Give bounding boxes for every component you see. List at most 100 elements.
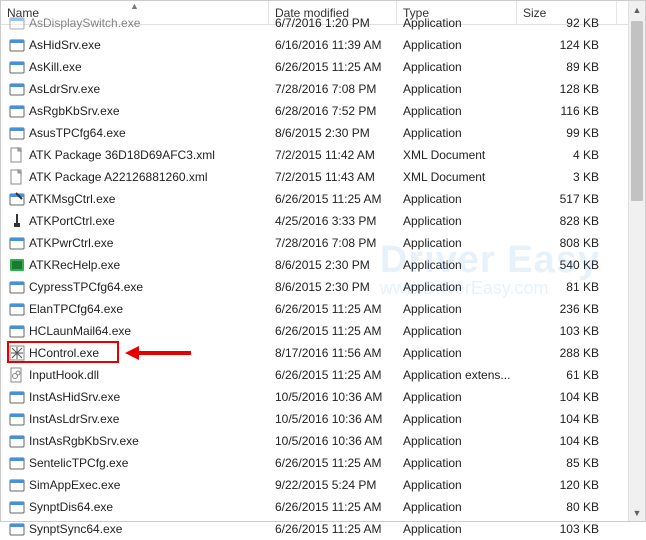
file-size-cell: 120 KB xyxy=(517,478,617,492)
file-size-cell: 103 KB xyxy=(517,324,617,338)
file-type-cell: Application xyxy=(397,82,517,96)
table-row[interactable]: CypressTPCfg64.exe8/6/2015 2:30 PMApplic… xyxy=(1,276,645,298)
table-row[interactable]: ATK Package 36D18D69AFC3.xml7/2/2015 11:… xyxy=(1,144,645,166)
table-row[interactable]: ElanTPCfg64.exe6/26/2015 11:25 AMApplica… xyxy=(1,298,645,320)
file-date-cell: 6/26/2015 11:25 AM xyxy=(269,368,397,382)
table-row[interactable]: ATKPortCtrl.exe4/25/2016 3:33 PMApplicat… xyxy=(1,210,645,232)
file-date-cell: 6/26/2015 11:25 AM xyxy=(269,500,397,514)
file-date-cell: 7/2/2015 11:43 AM xyxy=(269,170,397,184)
app-icon xyxy=(9,477,25,493)
file-size-cell: 99 KB xyxy=(517,126,617,140)
file-type-cell: Application xyxy=(397,478,517,492)
file-type-cell: Application extens... xyxy=(397,368,517,382)
file-type-cell: Application xyxy=(397,346,517,360)
file-type-cell: XML Document xyxy=(397,170,517,184)
file-name-label: ATKPwrCtrl.exe xyxy=(29,236,113,250)
table-row[interactable]: ATKMsgCtrl.exe6/26/2015 11:25 AMApplicat… xyxy=(1,188,645,210)
file-name-label: AsDisplaySwitch.exe xyxy=(29,16,140,30)
hc-icon xyxy=(9,345,25,361)
file-name-label: HCLaunMail64.exe xyxy=(29,324,131,338)
app-icon xyxy=(9,301,25,317)
file-size-cell: 540 KB xyxy=(517,258,617,272)
scroll-up-icon[interactable]: ▲ xyxy=(629,1,645,18)
file-date-cell: 10/5/2016 10:36 AM xyxy=(269,390,397,404)
file-size-cell: 61 KB xyxy=(517,368,617,382)
file-name-label: CypressTPCfg64.exe xyxy=(29,280,143,294)
file-name-label: InstAsLdrSrv.exe xyxy=(29,412,119,426)
file-name-cell: InstAsHidSrv.exe xyxy=(1,389,269,405)
file-date-cell: 6/16/2016 11:39 AM xyxy=(269,38,397,52)
file-date-cell: 7/28/2016 7:08 PM xyxy=(269,82,397,96)
file-name-cell: AsKill.exe xyxy=(1,59,269,75)
file-name-cell: SentelicTPCfg.exe xyxy=(1,455,269,471)
file-date-cell: 8/6/2015 2:30 PM xyxy=(269,258,397,272)
file-type-cell: Application xyxy=(397,412,517,426)
file-name-cell: ATK Package 36D18D69AFC3.xml xyxy=(1,147,269,163)
file-type-cell: Application xyxy=(397,324,517,338)
file-name-label: ElanTPCfg64.exe xyxy=(29,302,123,316)
file-date-cell: 6/26/2015 11:25 AM xyxy=(269,522,397,536)
file-name-cell: SimAppExec.exe xyxy=(1,477,269,493)
table-row[interactable]: AsKill.exe6/26/2015 11:25 AMApplication8… xyxy=(1,56,645,78)
table-row[interactable]: InputHook.dll6/26/2015 11:25 AMApplicati… xyxy=(1,364,645,386)
app-icon xyxy=(9,411,25,427)
file-name-cell: ATKMsgCtrl.exe xyxy=(1,191,269,207)
file-date-cell: 9/22/2015 5:24 PM xyxy=(269,478,397,492)
file-name-label: SynptSync64.exe xyxy=(29,522,122,536)
app-icon xyxy=(9,103,25,119)
file-type-cell: Application xyxy=(397,434,517,448)
file-type-cell: Application xyxy=(397,280,517,294)
file-type-cell: XML Document xyxy=(397,148,517,162)
table-row[interactable]: AsRgbKbSrv.exe6/28/2016 7:52 PMApplicati… xyxy=(1,100,645,122)
table-row[interactable]: HCLaunMail64.exe6/26/2015 11:25 AMApplic… xyxy=(1,320,645,342)
file-size-cell: 4 KB xyxy=(517,148,617,162)
file-type-cell: Application xyxy=(397,60,517,74)
table-row[interactable]: SimAppExec.exe9/22/2015 5:24 PMApplicati… xyxy=(1,474,645,496)
file-size-cell: 236 KB xyxy=(517,302,617,316)
app-icon xyxy=(9,455,25,471)
table-row[interactable]: HControl.exe8/17/2016 11:56 AMApplicatio… xyxy=(1,342,645,364)
file-name-label: ATKRecHelp.exe xyxy=(29,258,120,272)
table-row[interactable]: ATKPwrCtrl.exe7/28/2016 7:08 PMApplicati… xyxy=(1,232,645,254)
table-row[interactable]: SynptDis64.exe6/26/2015 11:25 AMApplicat… xyxy=(1,496,645,518)
table-row[interactable]: InstAsHidSrv.exe10/5/2016 10:36 AMApplic… xyxy=(1,386,645,408)
vertical-scrollbar[interactable]: ▲ ▼ xyxy=(628,1,645,521)
file-name-cell: ATKRecHelp.exe xyxy=(1,257,269,273)
file-type-cell: Application xyxy=(397,456,517,470)
rec-icon xyxy=(9,257,25,273)
table-row[interactable]: SentelicTPCfg.exe6/26/2015 11:25 AMAppli… xyxy=(1,452,645,474)
table-row[interactable]: AsDisplaySwitch.exe6/7/2016 1:20 PMAppli… xyxy=(1,12,645,34)
file-type-cell: Application xyxy=(397,390,517,404)
app2-icon xyxy=(9,191,25,207)
sort-ascending-icon: ▲ xyxy=(130,1,139,11)
table-row[interactable]: ATK Package A22126881260.xml7/2/2015 11:… xyxy=(1,166,645,188)
file-name-cell: CypressTPCfg64.exe xyxy=(1,279,269,295)
table-row[interactable]: AsLdrSrv.exe7/28/2016 7:08 PMApplication… xyxy=(1,78,645,100)
file-list: AsDisplaySwitch.exe6/7/2016 1:20 PMAppli… xyxy=(1,12,645,540)
port-icon xyxy=(9,213,25,229)
file-type-cell: Application xyxy=(397,236,517,250)
file-type-cell: Application xyxy=(397,126,517,140)
table-row[interactable]: SynptSync64.exe6/26/2015 11:25 AMApplica… xyxy=(1,518,645,540)
dll-icon xyxy=(9,367,25,383)
file-name-cell: InstAsRgbKbSrv.exe xyxy=(1,433,269,449)
file-size-cell: 103 KB xyxy=(517,522,617,536)
file-name-cell: HCLaunMail64.exe xyxy=(1,323,269,339)
file-type-cell: Application xyxy=(397,16,517,30)
file-size-cell: 104 KB xyxy=(517,412,617,426)
file-type-cell: Application xyxy=(397,258,517,272)
scroll-down-icon[interactable]: ▼ xyxy=(629,504,645,521)
app-icon xyxy=(9,521,25,537)
scroll-thumb[interactable] xyxy=(631,21,643,201)
file-name-cell: InstAsLdrSrv.exe xyxy=(1,411,269,427)
table-row[interactable]: AsHidSrv.exe6/16/2016 11:39 AMApplicatio… xyxy=(1,34,645,56)
file-name-label: SentelicTPCfg.exe xyxy=(29,456,128,470)
table-row[interactable]: ATKRecHelp.exe 8/6/2015 2:30 PMApplicatio… xyxy=(1,254,645,276)
file-name-label: AsusTPCfg64.exe xyxy=(29,126,126,140)
table-row[interactable]: InstAsRgbKbSrv.exe10/5/2016 10:36 AMAppl… xyxy=(1,430,645,452)
table-row[interactable]: InstAsLdrSrv.exe10/5/2016 10:36 AMApplic… xyxy=(1,408,645,430)
file-type-cell: Application xyxy=(397,104,517,118)
file-name-cell: HControl.exe xyxy=(1,345,269,361)
file-date-cell: 8/17/2016 11:56 AM xyxy=(269,346,397,360)
table-row[interactable]: AsusTPCfg64.exe8/6/2015 2:30 PMApplicati… xyxy=(1,122,645,144)
